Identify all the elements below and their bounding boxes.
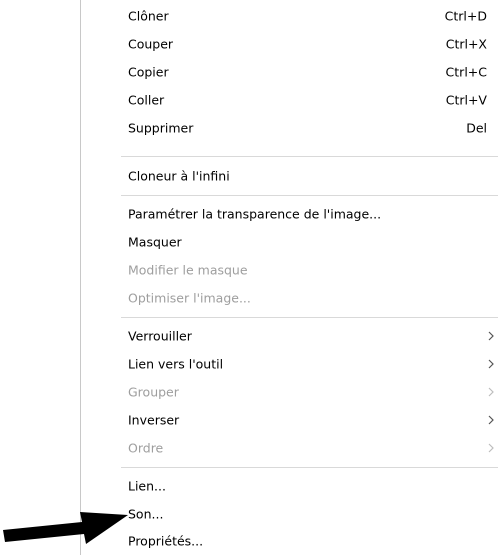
menu-item-inverser[interactable]: Inverser	[81, 406, 498, 434]
menu-separator	[121, 156, 498, 157]
menu-item-label: Lien vers l'outil	[128, 356, 224, 372]
menu-item-label: Modifier le masque	[128, 262, 248, 278]
chevron-right-icon	[488, 443, 494, 453]
menu-item-proprietes[interactable]: Propriétés...	[81, 527, 498, 555]
menu-item-son[interactable]: Son...	[81, 500, 498, 528]
page: Clôner Ctrl+D Couper Ctrl+X Copier Ctrl+…	[0, 0, 499, 555]
menu-separator	[121, 467, 498, 468]
menu-item-shortcut: Ctrl+C	[445, 64, 487, 80]
menu-item-lien-outil[interactable]: Lien vers l'outil	[81, 350, 498, 378]
menu-separator	[121, 317, 498, 318]
menu-item-shortcut: Del	[466, 120, 487, 136]
menu-item-shortcut: Ctrl+X	[445, 36, 487, 52]
arrow-pointer-icon	[0, 500, 130, 550]
context-menu: Clôner Ctrl+D Couper Ctrl+X Copier Ctrl+…	[80, 0, 498, 555]
menu-item-label: Inverser	[128, 412, 180, 428]
menu-separator	[121, 195, 498, 196]
menu-item-optimiser-image: Optimiser l'image...	[81, 284, 498, 312]
menu-item-couper[interactable]: Couper Ctrl+X	[81, 30, 498, 58]
menu-item-label: Masquer	[128, 234, 182, 250]
menu-item-label: Son...	[128, 506, 164, 522]
menu-item-label: Verrouiller	[128, 328, 192, 344]
menu-item-cloneur-infini[interactable]: Cloneur à l'infini	[81, 162, 498, 190]
menu-item-shortcut: Ctrl+D	[444, 8, 487, 24]
chevron-right-icon	[488, 387, 494, 397]
menu-item-shortcut: Ctrl+V	[445, 92, 487, 108]
menu-item-label: Optimiser l'image...	[128, 290, 251, 306]
menu-item-masquer[interactable]: Masquer	[81, 228, 498, 256]
menu-item-label: Supprimer	[128, 120, 194, 136]
menu-item-label: Couper	[128, 36, 174, 52]
menu-item-label: Ordre	[128, 440, 164, 456]
menu-item-coller[interactable]: Coller Ctrl+V	[81, 86, 498, 114]
menu-item-ordre: Ordre	[81, 434, 498, 462]
menu-item-label: Coller	[128, 92, 165, 108]
menu-item-grouper: Grouper	[81, 378, 498, 406]
menu-item-modifier-masque: Modifier le masque	[81, 256, 498, 284]
menu-item-label: Paramétrer la transparence de l'image...	[128, 206, 382, 222]
menu-item-label: Propriétés...	[128, 533, 204, 549]
menu-item-lien[interactable]: Lien...	[81, 472, 498, 500]
menu-item-transparence[interactable]: Paramétrer la transparence de l'image...	[81, 200, 498, 228]
menu-item-label: Clôner	[128, 8, 169, 24]
menu-item-supprimer[interactable]: Supprimer Del	[81, 114, 498, 142]
chevron-right-icon	[488, 359, 494, 369]
chevron-right-icon	[488, 415, 494, 425]
menu-item-cloner[interactable]: Clôner Ctrl+D	[81, 2, 498, 30]
menu-item-label: Grouper	[128, 384, 179, 400]
menu-item-label: Copier	[128, 64, 169, 80]
menu-item-label: Lien...	[128, 478, 166, 494]
menu-item-copier[interactable]: Copier Ctrl+C	[81, 58, 498, 86]
menu-item-label: Cloneur à l'infini	[128, 168, 230, 184]
chevron-right-icon	[488, 331, 494, 341]
menu-item-verrouiller[interactable]: Verrouiller	[81, 322, 498, 350]
